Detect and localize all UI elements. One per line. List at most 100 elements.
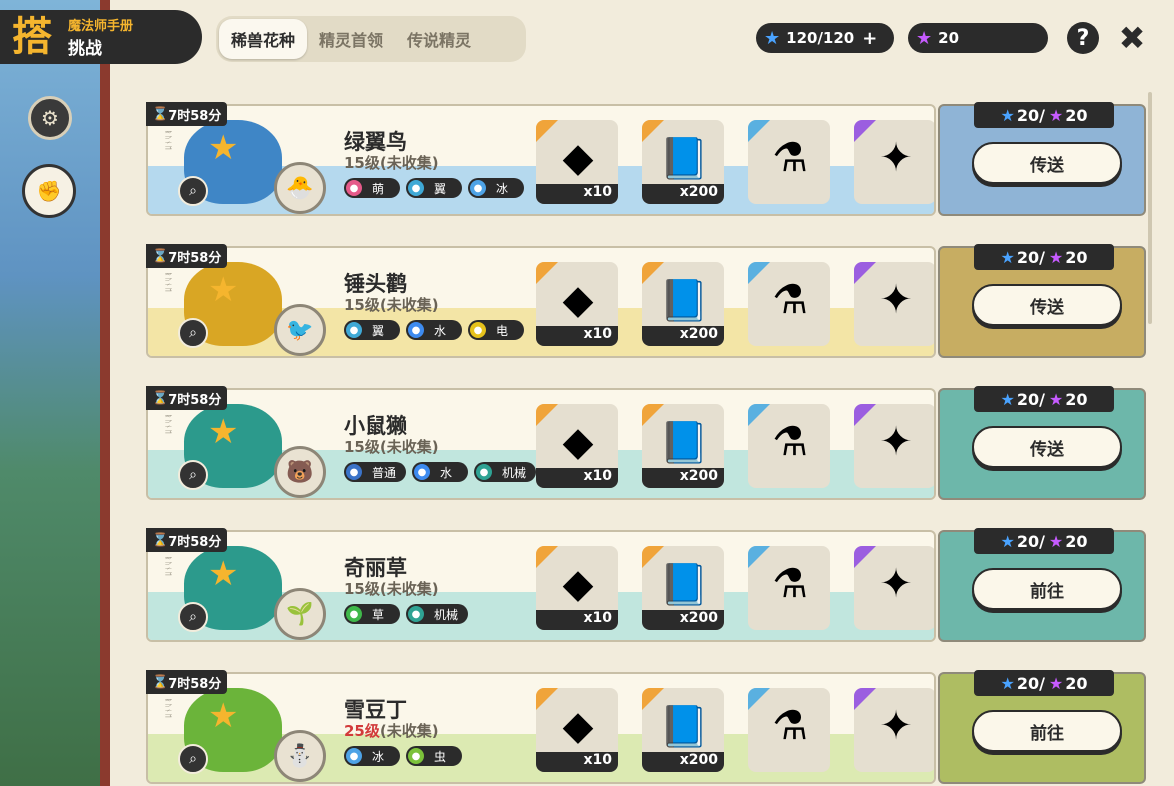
type-icon: ●	[346, 748, 362, 764]
type-tag: ● 草	[344, 604, 400, 624]
action-button[interactable]: 前往	[972, 710, 1122, 752]
reward-slot[interactable]: ⚗	[748, 546, 830, 630]
timer-text: 7时58分	[168, 676, 222, 692]
action-button[interactable]: 前往	[972, 568, 1122, 610]
rune-decoration: ᚱᚢᚾᛖ	[164, 130, 172, 151]
action-panel: ★ 20/ ★ 20 前往	[938, 670, 1146, 784]
row-card: ᚱᚢᚾᛖ ★ ⛄ ⌕ 雪豆丁 25级(未收集) ● 冰 ● 虫 ◆ x10 📘 …	[146, 672, 936, 784]
spirit-level: 15级(未收集)	[344, 436, 439, 457]
otter-pet-avatar: 🐻	[274, 446, 326, 498]
type-tag: ● 虫	[406, 746, 462, 766]
reward-slot[interactable]: ⚗	[748, 688, 830, 772]
type-label: 冰	[496, 181, 509, 196]
type-icon: ●	[470, 322, 486, 338]
handbook-logo: 搭 魔法师手册 挑战	[0, 10, 202, 64]
crystal-icon: ◆	[562, 135, 594, 181]
reward-slot[interactable]: ◆ x10	[536, 262, 618, 346]
rune-decoration: ᚱᚢᚾᛖ	[164, 414, 172, 435]
challenge-row: ᚱᚢᚾᛖ ★ ⛄ ⌕ 雪豆丁 25级(未收集) ● 冰 ● 虫 ◆ x10 📘 …	[146, 670, 1146, 784]
challenge-row: ᚱᚢᚾᛖ ★ 🐻 ⌕ 小鼠獭 15级(未收集) ● 普通 ● 水 ● 机械 ◆ …	[146, 386, 1146, 500]
cost-purple-value: 20	[1065, 389, 1088, 409]
magnify-icon[interactable]: ⌕	[178, 602, 208, 632]
type-tag: ● 翼	[406, 178, 462, 198]
reward-slot[interactable]: ✦	[854, 120, 934, 204]
reward-slot[interactable]: ⚗	[748, 404, 830, 488]
hourglass-icon: ⌛	[152, 390, 169, 406]
action-button[interactable]: 传送	[972, 284, 1122, 326]
reward-slot[interactable]: ✦	[854, 404, 934, 488]
type-tag: ● 水	[406, 320, 462, 340]
challenge-row: ᚱᚢᚾᛖ ★ 🐦 ⌕ 锤头鹳 15级(未收集) ● 翼 ● 水 ● 电 ◆ x1…	[146, 244, 1146, 358]
add-energy-button[interactable]: +	[862, 28, 877, 49]
magnify-icon[interactable]: ⌕	[178, 744, 208, 774]
tab-rare-beast-seeds[interactable]: 稀兽花种	[219, 19, 308, 59]
reward-slot[interactable]: ◆ x10	[536, 688, 618, 772]
reward-slot[interactable]: 📘 x200	[642, 404, 724, 488]
type-tag: ● 机械	[474, 462, 537, 482]
snow-pet-avatar: ⛄	[274, 730, 326, 782]
reward-slot[interactable]: 📘 x200	[642, 262, 724, 346]
book-icon: 📘	[659, 277, 709, 324]
reward-slot[interactable]: ◆ x10	[536, 546, 618, 630]
purple-star-icon: ★	[1048, 105, 1064, 125]
cost-badge: ★ 20/ ★ 20	[974, 102, 1114, 128]
magnify-icon[interactable]: ⌕	[178, 176, 208, 206]
type-tags: ● 普通 ● 水 ● 机械	[344, 462, 537, 482]
logo-subtitle: 魔法师手册	[68, 19, 134, 34]
timer-badge: ⌛ 7时58分	[146, 528, 228, 552]
level-value: 15级	[344, 296, 380, 314]
type-icon: ●	[346, 606, 362, 622]
reward-slot[interactable]: ✦	[854, 546, 934, 630]
energy-value: 120/120	[786, 29, 855, 47]
reward-quantity: x200	[642, 184, 724, 204]
blue-star-icon: ★	[1000, 105, 1015, 125]
hourglass-icon: ⌛	[152, 248, 169, 264]
cost-purple-value: 20	[1065, 673, 1088, 693]
challenge-fist-icon[interactable]: ✊	[22, 164, 76, 218]
reward-slot[interactable]: 📘 x200	[642, 688, 724, 772]
cost-blue-value: 20/	[1016, 247, 1045, 267]
reward-quantity: x10	[536, 468, 618, 488]
level-value: 25级	[344, 722, 380, 740]
settings-gear-icon[interactable]: ⚙	[28, 96, 72, 140]
timer-text: 7时58分	[168, 392, 222, 408]
tab-spirit-boss[interactable]: 精灵首领	[307, 19, 395, 59]
cost-purple-value: 20	[1065, 247, 1088, 267]
reward-slot[interactable]: ✦	[854, 262, 934, 346]
type-label: 草	[372, 607, 385, 622]
hourglass-icon: ⌛	[152, 532, 169, 548]
purple-star-icon: ★	[1048, 673, 1064, 693]
reward-slot[interactable]: ⚗	[748, 262, 830, 346]
action-button[interactable]: 传送	[972, 426, 1122, 468]
bird-pet-avatar: 🐦	[274, 304, 326, 356]
reward-slot[interactable]: ✦	[854, 688, 934, 772]
rune-decoration: ᚱᚢᚾᛖ	[164, 698, 172, 719]
reward-slot[interactable]: 📘 x200	[642, 546, 724, 630]
help-button[interactable]: ?	[1067, 22, 1099, 54]
tab-legendary-spirit[interactable]: 传说精灵	[395, 19, 483, 59]
purple-star-icon: ★	[1048, 247, 1064, 267]
reward-quantity: x200	[642, 326, 724, 346]
reward-slot[interactable]: ◆ x10	[536, 120, 618, 204]
cost-badge: ★ 20/ ★ 20	[974, 528, 1114, 554]
reward-slot[interactable]: 📘 x200	[642, 120, 724, 204]
cost-badge: ★ 20/ ★ 20	[974, 244, 1114, 270]
cost-blue-value: 20/	[1016, 531, 1045, 551]
close-button[interactable]: ✖	[1116, 19, 1148, 57]
type-icon: ●	[470, 180, 486, 196]
reward-slot[interactable]: ◆ x10	[536, 404, 618, 488]
action-button[interactable]: 传送	[972, 142, 1122, 184]
scrollbar[interactable]	[1148, 92, 1152, 324]
reward-slot[interactable]: ⚗	[748, 120, 830, 204]
magnify-icon[interactable]: ⌕	[178, 318, 208, 348]
purple-orb-icon: ✦	[879, 135, 913, 181]
blue-star-icon: ★	[1000, 673, 1015, 693]
magnify-icon[interactable]: ⌕	[178, 460, 208, 490]
collect-status: (未收集)	[379, 154, 439, 172]
type-tag: ● 电	[468, 320, 524, 340]
type-tags: ● 翼 ● 水 ● 电	[344, 320, 524, 340]
category-tabs: 稀兽花种 精灵首领 传说精灵	[216, 16, 526, 62]
purple-star-icon: ★	[916, 27, 933, 49]
type-label: 虫	[434, 749, 447, 764]
blue-star-icon: ★	[764, 27, 781, 49]
